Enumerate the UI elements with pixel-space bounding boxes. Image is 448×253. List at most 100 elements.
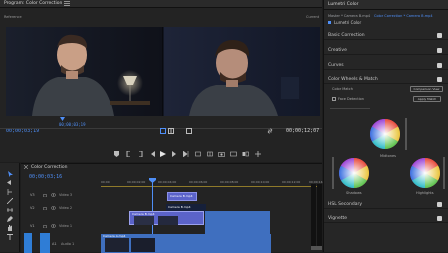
shadows-slider[interactable] (332, 157, 334, 189)
effect-dropdown[interactable]: Lumetri Color (334, 20, 361, 25)
lumetri-panel: Lumetri Color Master * Camera B.mp4 Colo… (323, 0, 448, 252)
section-curves[interactable]: Curves (324, 61, 448, 70)
eye-icon[interactable] (51, 206, 56, 210)
track-v2-header: V2 Video 2 (21, 202, 99, 215)
lumetri-title: Lumetri Color (328, 2, 359, 7)
section-enable-checkbox[interactable] (437, 33, 442, 38)
track-a1-label: Audio 1 (61, 242, 75, 246)
solo-buttons[interactable] (311, 246, 322, 250)
section-label: Creative (328, 48, 347, 53)
sequence-tab[interactable]: Color Correction (31, 165, 67, 170)
midtones-label: Midtones (380, 154, 396, 158)
fx-icon[interactable] (328, 21, 331, 24)
clip-v1-a[interactable]: Camera A.mp4 (101, 234, 271, 253)
section-creative[interactable]: Creative (324, 46, 448, 55)
play-icon[interactable] (158, 149, 167, 158)
lumetri-header: Lumetri Color (324, 0, 448, 10)
eye-icon[interactable] (51, 224, 56, 228)
go-to-out-icon[interactable] (181, 149, 190, 158)
section-color-wheels[interactable]: Color Wheels & Match (324, 75, 448, 84)
track-v1-header: V1 Video 1 (21, 215, 99, 239)
clip-v1-b[interactable]: Camera B.mp4 (129, 211, 204, 225)
ruler-label-3: 00;00;06;00 (189, 180, 208, 184)
section-label: HSL Secondary (328, 202, 363, 207)
clip-v3[interactable]: Camera B.mp4 (167, 192, 197, 201)
highlights-label: Highlights (416, 191, 434, 195)
video-frame (6, 27, 320, 116)
swap-icon[interactable] (267, 128, 273, 134)
midtones-slider[interactable] (405, 118, 407, 150)
section-enable-checkbox[interactable] (437, 202, 442, 207)
section-enable-checkbox[interactable] (437, 63, 442, 68)
mid-timecode: 00;00;03;19 (59, 122, 86, 127)
mark-in-icon[interactable] (124, 149, 133, 158)
extract-icon[interactable] (205, 149, 214, 158)
selection-tool-icon[interactable] (4, 169, 16, 178)
comparison-icon[interactable] (241, 149, 250, 158)
track-v3-label: Video 3 (59, 193, 73, 197)
close-tab-icon[interactable] (24, 165, 28, 169)
breadcrumb-master[interactable]: Master * Camera B.mp4 (328, 14, 370, 18)
add-button-icon[interactable] (253, 149, 262, 158)
hand-icon[interactable] (4, 223, 16, 232)
highlights-wheel[interactable] (409, 157, 441, 189)
lock-icon[interactable] (43, 206, 47, 210)
ripple-edit-icon[interactable] (4, 187, 16, 196)
ruler-label-1: 00;00;02;00 (127, 180, 146, 184)
section-vignette[interactable]: Vignette (324, 214, 448, 223)
face-detection-checkbox[interactable] (332, 97, 336, 101)
clip-thumbnail (131, 238, 155, 252)
program-monitor: Program: Color Correction Reference Curr… (0, 0, 322, 162)
pen-icon[interactable] (4, 214, 16, 223)
eye-icon[interactable] (51, 193, 56, 197)
timeline-timecode[interactable]: 00;00;03;16 (29, 174, 62, 180)
audio-meter-right (317, 184, 322, 246)
current-label: Current (306, 15, 320, 19)
compare-icon[interactable] (186, 128, 192, 134)
section-enable-checkbox[interactable] (437, 216, 442, 221)
lock-icon[interactable] (43, 193, 47, 197)
ruler-label-4: 00;00;08;00 (220, 180, 239, 184)
breadcrumb-sequence[interactable]: Color Correction * Camera B.mp4 (374, 14, 433, 18)
type-icon[interactable] (4, 232, 16, 241)
audio-meter-left (311, 184, 316, 246)
track-select-icon[interactable] (4, 178, 16, 187)
comparison-view-button[interactable]: Comparison View (410, 86, 443, 92)
step-forward-icon[interactable] (169, 149, 178, 158)
split-view-icon[interactable] (168, 128, 174, 134)
section-label: Basic Correction (328, 33, 365, 38)
playhead-handle-icon[interactable] (149, 178, 156, 183)
razor-icon[interactable] (4, 196, 16, 205)
lock-icon[interactable] (43, 224, 47, 228)
time-ruler[interactable]: 00;00 00;00;02;00 00;00;04;00 00;00;06;0… (101, 180, 327, 185)
marker-icon[interactable] (112, 149, 121, 158)
playhead-marker-icon[interactable] (60, 117, 65, 122)
section-hsl-secondary[interactable]: HSL Secondary (324, 200, 448, 209)
step-back-icon[interactable] (148, 149, 157, 158)
fit-dropdown[interactable] (160, 128, 166, 134)
vr-icon[interactable] (229, 149, 238, 158)
ruler-label-0: 00;00 (101, 180, 110, 184)
track-a1-name: A1 (52, 242, 57, 246)
section-enable-checkbox[interactable] (437, 48, 442, 53)
tools-panel (0, 163, 20, 252)
camera-icon[interactable] (217, 149, 226, 158)
transport-controls (0, 145, 322, 162)
mark-out-icon[interactable] (136, 149, 145, 158)
audio-source-patch[interactable] (24, 233, 32, 253)
section-enable-checkbox[interactable] (437, 77, 442, 82)
slip-icon[interactable] (4, 205, 16, 214)
clip-thumbnail (134, 216, 154, 225)
hamburger-icon[interactable] (64, 1, 70, 6)
audio-target-patch[interactable] (40, 233, 50, 253)
apply-match-button[interactable]: Apply Match (413, 96, 441, 102)
work-area-bar[interactable] (101, 186, 322, 187)
color-match-label: Color Match (332, 87, 353, 91)
shadows-wheel[interactable] (338, 157, 370, 189)
highlights-slider[interactable] (443, 157, 445, 189)
clip-thumbnail (105, 238, 129, 252)
lift-icon[interactable] (193, 149, 202, 158)
track-v2-label: Video 2 (59, 206, 73, 210)
midtones-wheel[interactable] (369, 118, 401, 150)
section-basic-correction[interactable]: Basic Correction (324, 31, 448, 40)
